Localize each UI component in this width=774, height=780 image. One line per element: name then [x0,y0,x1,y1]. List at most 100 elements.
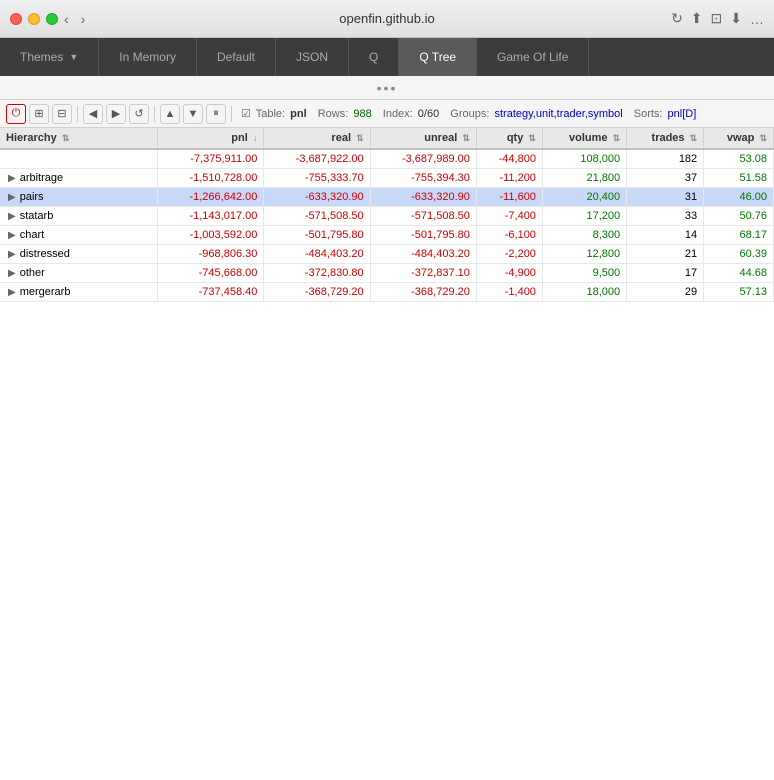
cell-trades: 31 [627,188,704,207]
cell-real: -368,729.20 [264,283,370,302]
cell-vwap: 68.17 [704,226,774,245]
cell-pnl: -737,458.40 [158,283,264,302]
cell-vwap: 53.08 [704,149,774,169]
down-button[interactable]: ▼ [183,104,203,124]
cell-unreal: -571,508.50 [370,207,476,226]
table-row[interactable]: ▶arbitrage-1,510,728.00-755,333.70-755,3… [0,169,774,188]
pause-button[interactable]: ⏸ [206,104,226,124]
cell-unreal: -368,729.20 [370,283,476,302]
sorts-label: Sorts: [634,108,663,120]
expand-icon[interactable]: ▶ [8,211,16,222]
table-container[interactable]: Hierarchy ⇅ pnl ↓ real ⇅ unreal ⇅ [0,128,774,780]
cell-real: -484,403.20 [264,245,370,264]
index-label: Index: [383,108,413,120]
cell-unreal: -372,837.10 [370,264,476,283]
cell-trades: 14 [627,226,704,245]
download-icon[interactable]: ⬇ [730,10,742,27]
table-row[interactable]: ▶mergerarb-737,458.40-368,729.20-368,729… [0,283,774,302]
tab-json[interactable]: JSON [276,38,349,76]
tab-in-memory[interactable]: In Memory [99,38,197,76]
col-trades[interactable]: trades ⇅ [627,128,704,149]
refresh-icon[interactable]: ↻ [671,10,683,27]
col-vwap[interactable]: vwap ⇅ [704,128,774,149]
dots-toolbar: ••• [0,76,774,100]
cell-volume: 20,400 [542,188,626,207]
cell-pnl: -1,143,017.00 [158,207,264,226]
expand-icon[interactable]: ▶ [8,249,16,260]
expand-icon[interactable]: ▶ [8,287,16,298]
cell-qty: -11,200 [476,169,542,188]
cell-qty: -44,800 [476,149,542,169]
col-hierarchy[interactable]: Hierarchy ⇅ [0,128,158,149]
table-row[interactable]: ▶chart-1,003,592.00-501,795.80-501,795.8… [0,226,774,245]
col-volume[interactable]: volume ⇅ [542,128,626,149]
minimize-button[interactable] [28,13,40,25]
forward-button[interactable]: ▶ [106,104,126,124]
back-nav-button[interactable]: ‹ [60,9,73,29]
up-button[interactable]: ▲ [160,104,180,124]
sort-arrow-hierarchy: ⇅ [62,133,70,143]
cell-unreal: -3,687,989.00 [370,149,476,169]
col-unreal[interactable]: unreal ⇅ [370,128,476,149]
tab-q[interactable]: Q [349,38,399,76]
sort-arrow-vwap: ⇅ [759,133,767,143]
power-button[interactable]: ⏻ [6,104,26,124]
cell-pnl: -7,375,911.00 [158,149,264,169]
table-row[interactable]: ▶pairs-1,266,642.00-633,320.90-633,320.9… [0,188,774,207]
tab-game-of-life[interactable]: Game Of Life [477,38,589,76]
page-title: openfin.github.io [339,11,434,26]
hierarchy-label: arbitrage [20,172,63,184]
share-icon[interactable]: ⬆ [691,10,703,27]
expand-icon[interactable]: ▶ [8,173,16,184]
forward-nav-button[interactable]: › [77,9,90,29]
cell-unreal: -484,403.20 [370,245,476,264]
cell-trades: 182 [627,149,704,169]
cell-hierarchy: ▶statarb [0,207,158,226]
hierarchy-label: mergerarb [20,286,71,298]
back-button[interactable]: ◀ [83,104,103,124]
table-row[interactable]: ▶statarb-1,143,017.00-571,508.50-571,508… [0,207,774,226]
cell-pnl: -745,668.00 [158,264,264,283]
reset-button[interactable]: ↺ [129,104,149,124]
tabbar: Themes ▼ In Memory Default JSON Q Q Tree… [0,38,774,76]
col-real[interactable]: real ⇅ [264,128,370,149]
cell-volume: 12,800 [542,245,626,264]
cell-hierarchy: ▶ mergerarb [0,283,158,302]
sort-arrow-real: ⇅ [356,133,364,143]
cell-volume: 9,500 [542,264,626,283]
table-body: -7,375,911.00-3,687,922.00-3,687,989.00-… [0,149,774,302]
table-row[interactable]: ▶distressed-968,806.30-484,403.20-484,40… [0,245,774,264]
expand-icon[interactable]: ▶ [8,230,16,241]
cell-volume: 17,200 [542,207,626,226]
cell-vwap: 50.76 [704,207,774,226]
cell-qty: -7,400 [476,207,542,226]
cell-vwap: 57.13 [704,283,774,302]
expand-icon[interactable]: ▶ [8,268,16,279]
expand-icon[interactable]: ▶ [8,192,16,203]
table-header: Hierarchy ⇅ pnl ↓ real ⇅ unreal ⇅ [0,128,774,149]
tab-default[interactable]: Default [197,38,276,76]
tab-q-tree[interactable]: Q Tree [399,38,477,76]
traffic-lights [10,13,58,25]
cell-trades: 33 [627,207,704,226]
maximize-button[interactable] [46,13,58,25]
ungroup-button[interactable]: ⊟ [52,104,72,124]
tab-themes[interactable]: Themes ▼ [0,38,99,76]
col-pnl[interactable]: pnl ↓ [158,128,264,149]
sort-arrow-unreal: ⇅ [462,133,470,143]
menu-icon[interactable]: … [750,11,764,27]
hierarchy-label: chart [20,229,44,241]
close-button[interactable] [10,13,22,25]
cell-real: -571,508.50 [264,207,370,226]
checkbox-icon: ☑ [241,108,251,120]
cell-hierarchy: ▶ other [0,264,158,283]
table-row[interactable]: ▶other-745,668.00-372,830.80-372,837.10-… [0,264,774,283]
col-qty[interactable]: qty ⇅ [476,128,542,149]
hierarchy-label: other [20,267,45,279]
cell-pnl: -1,266,642.00 [158,188,264,207]
cell-real: -3,687,922.00 [264,149,370,169]
group-button[interactable]: ⊞ [29,104,49,124]
cell-hierarchy: ▶distressed [0,245,158,264]
table-row[interactable]: -7,375,911.00-3,687,922.00-3,687,989.00-… [0,149,774,169]
window-icon[interactable]: ⊡ [711,10,723,27]
